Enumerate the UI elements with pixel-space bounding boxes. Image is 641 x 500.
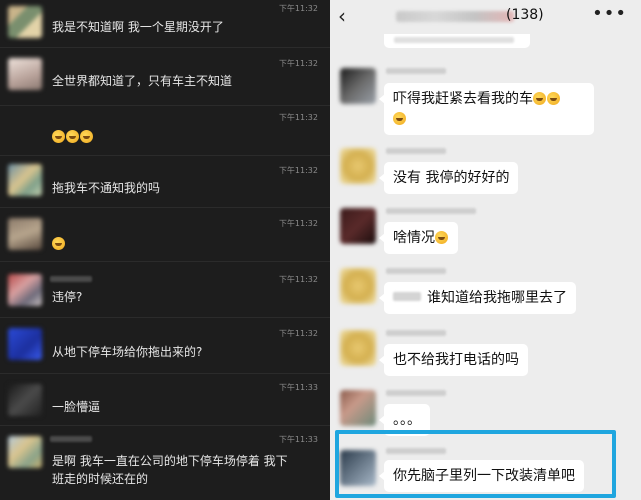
message-text: 吓得我赶紧去看我的车 xyxy=(393,91,533,107)
avatar[interactable] xyxy=(8,6,42,38)
message-text: 啥情况 xyxy=(393,230,435,246)
message-row: 下午11:32 我是不知道啊 我一个星期没开了 xyxy=(0,0,330,48)
message-text: 也不给我打电话的吗 xyxy=(393,352,519,368)
facepalm-emoji-icon xyxy=(533,92,546,105)
avatar[interactable] xyxy=(340,390,376,426)
avatar[interactable] xyxy=(8,384,42,416)
message-row: 下午11:32 从地下停车场给你拖出来的? xyxy=(0,318,330,374)
avatar[interactable] xyxy=(340,268,376,304)
message-time: 下午11:32 xyxy=(278,329,318,338)
message-bubble[interactable]: 没有 我停的好好的 xyxy=(378,162,519,194)
facepalm-emoji-icon xyxy=(52,237,65,250)
group-title xyxy=(396,11,514,22)
avatar[interactable] xyxy=(8,218,42,250)
message-time: 下午11:33 xyxy=(278,435,318,444)
message-row: 吓得我赶紧去看我的车 xyxy=(330,60,641,140)
facepalm-emoji-icon xyxy=(52,130,65,143)
message-time: 下午11:33 xyxy=(278,383,318,392)
message-text: 。。。 xyxy=(393,412,421,428)
message-text: 我是不知道啊 我一个星期没开了 xyxy=(52,20,224,34)
emoji-message xyxy=(52,235,66,254)
avatar[interactable] xyxy=(8,58,42,90)
message-row: 没有 我停的好好的 xyxy=(330,140,641,202)
message-text: 全世界都知道了，只有车主不知道 xyxy=(52,74,233,88)
avatar[interactable] xyxy=(340,208,376,244)
sender-name xyxy=(386,148,446,154)
avatar[interactable] xyxy=(340,148,376,184)
avatar[interactable] xyxy=(340,330,376,366)
facepalm-emoji-icon xyxy=(80,130,93,143)
message-time: 下午11:32 xyxy=(278,59,318,68)
message-bubble[interactable]: 吓得我赶紧去看我的车 xyxy=(379,83,594,135)
sender-name xyxy=(386,208,476,214)
chat-header: ‹ (138) ••• xyxy=(330,0,641,34)
message-text: 从地下停车场给你拖出来的? xyxy=(52,345,203,359)
ellipsis-icon[interactable]: ••• xyxy=(592,3,627,24)
avatar[interactable] xyxy=(8,328,42,360)
left-chat-panel: 下午11:32 我是不知道啊 我一个星期没开了 下午11:32 全世界都知道了，… xyxy=(0,0,330,500)
message-bubble[interactable]: 啥情况 xyxy=(379,222,458,254)
facepalm-emoji-icon xyxy=(393,112,406,125)
message-text: 违停? xyxy=(52,290,83,304)
message-time: 下午11:32 xyxy=(278,219,318,228)
partial-bubble xyxy=(384,34,530,48)
dizzy-emoji-icon xyxy=(435,231,448,244)
emoji-message xyxy=(52,128,94,147)
message-text: 谁知道给我拖哪里去了 xyxy=(427,290,567,306)
message-text: 拖我车不通知我的吗 xyxy=(52,181,161,195)
chevron-left-icon[interactable]: ‹ xyxy=(338,4,346,28)
right-chat-panel: ‹ (138) ••• 吓得我赶紧去看我的车 没有 我停的好好的 啥情况 谁知道… xyxy=(330,0,641,500)
sender-name xyxy=(50,436,92,442)
sender-name xyxy=(386,390,446,396)
avatar[interactable] xyxy=(8,164,42,196)
message-text: 一脸懵逼 xyxy=(52,400,101,414)
message-row: 下午11:33 是啊 我车一直在公司的地下停车场停着 我下 班走的时候还在的 xyxy=(0,426,330,500)
message-row: 下午11:32 xyxy=(0,106,330,156)
message-time: 下午11:32 xyxy=(278,166,318,175)
message-time: 下午11:32 xyxy=(278,275,318,284)
message-row: 下午11:32 违停? xyxy=(0,262,330,318)
avatar[interactable] xyxy=(8,274,42,306)
avatar[interactable] xyxy=(340,68,376,104)
message-bubble[interactable]: 也不给我打电话的吗 xyxy=(379,344,528,376)
message-time: 下午11:32 xyxy=(278,113,318,122)
message-row: 谁知道给我拖哪里去了 xyxy=(330,262,641,322)
message-row: 下午11:32 xyxy=(0,208,330,262)
mention-name xyxy=(393,292,421,301)
message-text: 没有 我停的好好的 xyxy=(393,170,510,186)
sender-name xyxy=(50,276,92,282)
sender-name xyxy=(386,68,446,74)
facepalm-emoji-icon xyxy=(547,92,560,105)
message-row: 下午11:32 全世界都知道了，只有车主不知道 xyxy=(0,48,330,106)
message-row: 啥情况 xyxy=(330,202,641,262)
member-count: (138) xyxy=(506,7,544,23)
message-text-line-1: 是啊 我车一直在公司的地下停车场停着 我下 xyxy=(52,454,288,468)
message-row: 也不给我打电话的吗 xyxy=(330,322,641,384)
message-row: 下午11:32 拖我车不通知我的吗 xyxy=(0,156,330,208)
sender-name xyxy=(386,330,446,336)
message-row: 下午11:33 一脸懵逼 xyxy=(0,374,330,426)
message-time: 下午11:32 xyxy=(278,4,318,13)
message-bubble[interactable]: 谁知道给我拖哪里去了 xyxy=(379,282,576,314)
avatar[interactable] xyxy=(8,436,42,468)
sender-name xyxy=(386,268,446,274)
highlight-frame xyxy=(335,430,616,498)
message-text-line-2: 班走的时候还在的 xyxy=(52,472,149,486)
facepalm-emoji-icon xyxy=(66,130,79,143)
